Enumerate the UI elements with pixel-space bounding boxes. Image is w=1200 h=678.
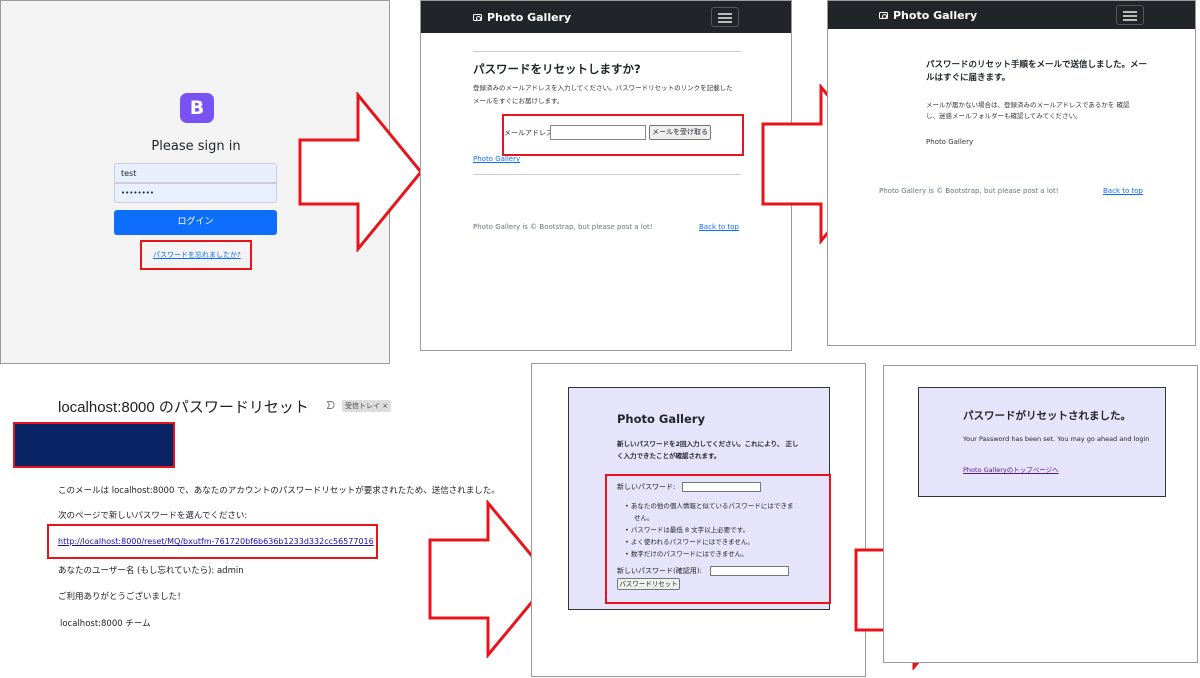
username-value: test [121, 169, 137, 178]
divider-top [473, 51, 741, 52]
back-to-top-link[interactable]: Back to top [1103, 187, 1143, 195]
password-value: •••••••• [121, 189, 155, 197]
divider-bottom [473, 174, 741, 175]
highlight-password-form [605, 474, 831, 604]
important-marker-icon[interactable]: ᗤ [326, 399, 335, 413]
gallery-top-link[interactable]: Photo Galleryのトップページへ [963, 464, 1059, 474]
sent-message-2: ルはすぐに届きます。 [926, 73, 1011, 83]
highlight-reset-link [47, 524, 378, 559]
highlight-sender [13, 422, 175, 468]
camera-icon [473, 14, 482, 21]
brand-label: Photo Gallery [487, 11, 572, 24]
email-body-2: 次のページで新しいパスワードを選んでください: [58, 511, 248, 521]
set-password-panel: Photo Gallery 新しいパスワードを2回入力してください。これにより、… [568, 387, 831, 610]
bootstrap-logo-icon: B [180, 93, 214, 123]
login-button[interactable]: ログイン [114, 210, 277, 235]
email-subject: localhost:8000 のパスワードリセット [58, 399, 309, 416]
home-link[interactable]: Photo Gallery [473, 155, 520, 163]
menu-toggle-icon[interactable] [1116, 5, 1144, 25]
menu-toggle-icon[interactable] [711, 7, 739, 27]
email-thanks: ご利用ありがとうございました！ [58, 592, 186, 602]
sent-message-1: パスワードのリセット手順をメールで送信しました。メー [926, 60, 1148, 70]
email-username: あなたのユーザー名 (もし忘れていたら): admin [58, 566, 244, 576]
logo-letter: B [189, 97, 205, 119]
sent-note-2: し、迷惑メールフォルダーも確認してみてください。 [926, 112, 1082, 120]
set-password-intro-2: く入力できたことが確認されます。 [617, 452, 721, 460]
reset-desc-2: メールをすぐにお届けします。 [473, 97, 564, 105]
camera-icon [879, 12, 888, 19]
inbox-label-badge[interactable]: 受信トレイ × [342, 400, 392, 412]
reset-request-panel: Photo Gallery パスワードをリセットしますか? 登録済みのメールアド… [420, 0, 792, 351]
highlight-forgot-link [140, 240, 252, 270]
footer-text: Photo Gallery is © Bootstrap, but please… [879, 187, 1059, 195]
username-input[interactable]: test [114, 163, 277, 183]
set-password-window: Photo Gallery 新しいパスワードを2回入力してください。これにより、… [531, 363, 866, 677]
email-body-1: このメールは localhost:8000 で、あなたのアカウントのパスワードリ… [58, 486, 500, 496]
reset-complete-body: Your Password has been set. You may go a… [963, 435, 1150, 443]
password-input[interactable]: •••••••• [114, 183, 277, 203]
navbar: Photo Gallery [421, 1, 791, 33]
navbar-brand[interactable]: Photo Gallery [879, 9, 977, 22]
email-team: localhost:8000 チーム [60, 619, 151, 629]
highlight-email-form [502, 114, 744, 156]
arrow-1-icon [298, 92, 423, 252]
set-password-intro-1: 新しいパスワードを2回入力してください。これにより、 正し [617, 440, 799, 448]
reset-complete-panel: パスワードがリセットされました。 Your Password has been … [918, 387, 1166, 497]
footer-text: Photo Gallery is © Bootstrap, but please… [473, 223, 653, 231]
navbar-brand[interactable]: Photo Gallery [473, 11, 571, 24]
brand-label: Photo Gallery [893, 9, 978, 22]
reset-desc-1: 登録済みのメールアドレスを入力してください。パスワードリセットのリンクを記載した [473, 84, 733, 92]
reset-title: パスワードをリセットしますか? [473, 62, 641, 76]
navbar: Photo Gallery [828, 1, 1195, 29]
set-password-title: Photo Gallery [617, 412, 705, 426]
sent-note-1: メールが届かない場合は、登録済みのメールアドレスであるかを 確認 [926, 101, 1130, 109]
reset-complete-window: パスワードがリセットされました。 Your Password has been … [883, 365, 1198, 663]
email-sent-panel: Photo Gallery パスワードのリセット手順をメールで送信しました。メー… [827, 0, 1196, 346]
back-to-top-link[interactable]: Back to top [699, 223, 739, 231]
sent-signature: Photo Gallery [926, 138, 974, 146]
reset-complete-title: パスワードがリセットされました。 [963, 410, 1131, 422]
